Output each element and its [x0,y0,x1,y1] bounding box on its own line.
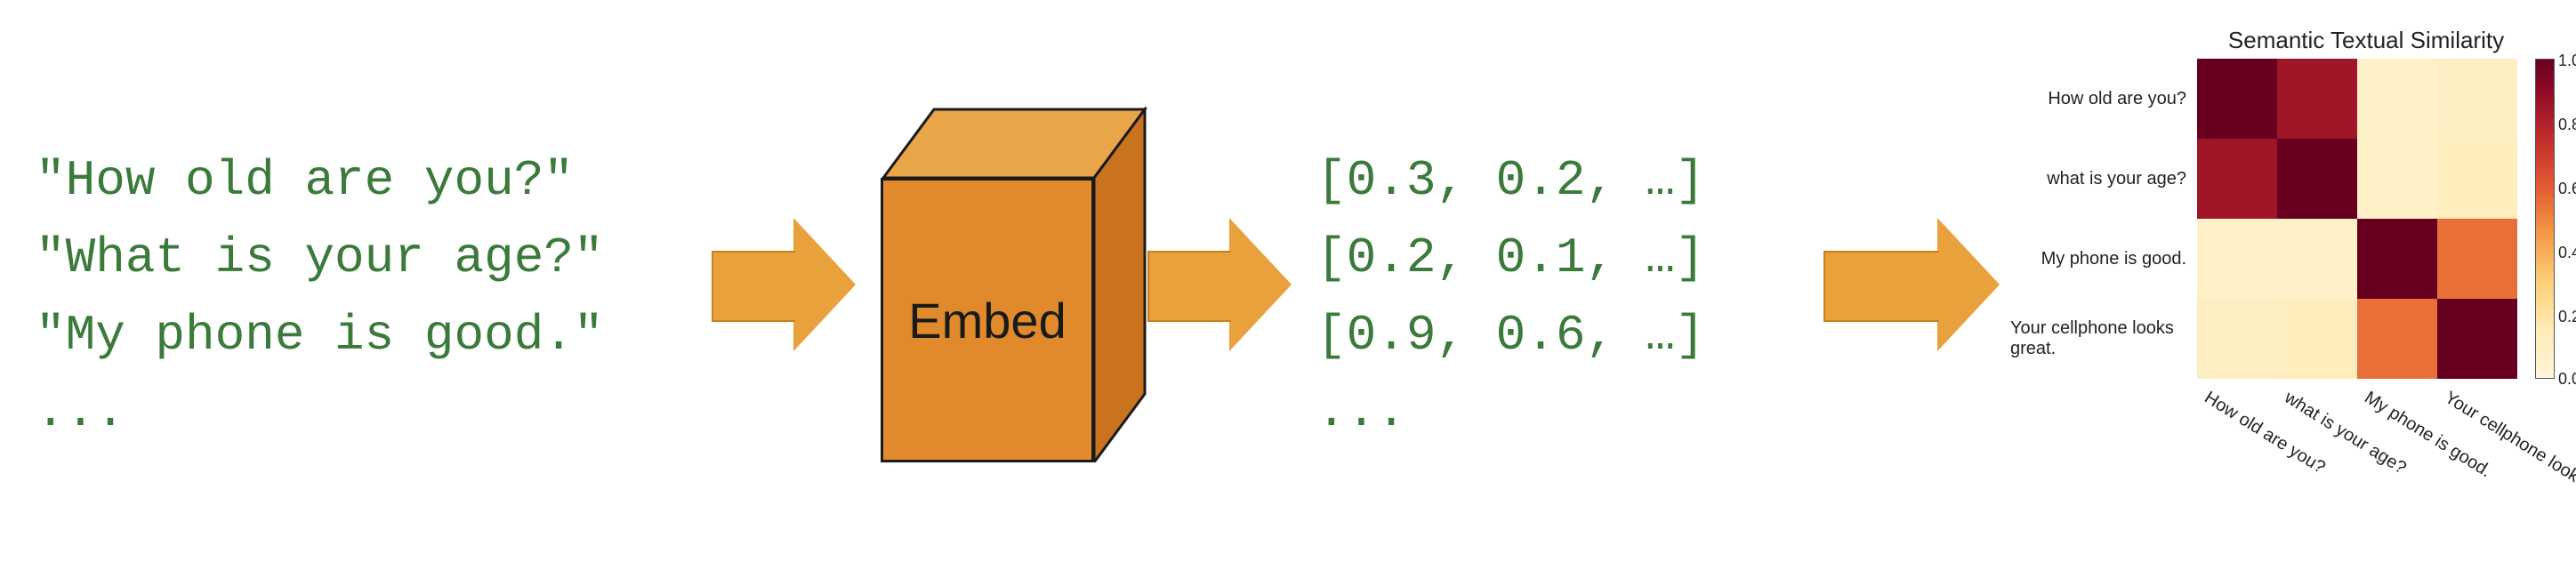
heatmap-y-axis-labels: How old are you? what is your age? My ph… [2010,59,2194,379]
heatmap-x-axis-labels: How old are you? what is your age? My ph… [2197,382,2517,534]
output-vector-2: [0.9, 0.6, …] [1316,297,1815,374]
heatmap-cell [2197,59,2277,139]
arrow-icon [1147,218,1290,351]
heatmap-title: Semantic Textual Similarity [2206,27,2526,54]
heatmap-cell [2277,59,2357,139]
y-label-2: My phone is good. [2010,219,2194,299]
heatmap-grid [2197,59,2517,379]
heatmap-cell [2437,299,2517,379]
output-vector-ellipsis: ... [1316,373,1815,451]
output-vector-1: [0.2, 0.1, …] [1316,220,1815,297]
colorbar-tick-0.4: 0.4 [2558,244,2576,262]
heatmap-cell [2277,139,2357,219]
input-sentences-block: "How old are you?" "What is your age?" "… [36,142,694,451]
similarity-heatmap-panel: Semantic Textual Similarity How old are … [2010,27,2576,534]
heatmap-cell [2357,219,2437,299]
input-sentence-2: "My phone is good." [36,297,694,374]
heatmap-cell [2437,139,2517,219]
heatmap-cell [2277,219,2357,299]
y-label-0: How old are you? [2010,59,2194,139]
input-sentence-1: "What is your age?" [36,220,694,297]
heatmap-cell [2277,299,2357,379]
embed-model-cube: Embed [881,107,1147,462]
y-label-3: Your cellphone looks great. [2010,299,2194,379]
y-label-1: what is your age? [2010,139,2194,219]
colorbar-tick-1.0: 1.0 [2558,52,2576,70]
arrow-icon [1823,218,2001,351]
heatmap-cell [2197,219,2277,299]
heatmap-cell [2197,299,2277,379]
colorbar-tick-0.2: 0.2 [2558,308,2576,326]
heatmap-cell [2357,139,2437,219]
output-vectors-block: [0.3, 0.2, …] [0.2, 0.1, …] [0.9, 0.6, …… [1316,142,1815,451]
output-vector-0: [0.3, 0.2, …] [1316,142,1815,220]
heatmap-cell [2357,299,2437,379]
heatmap-cell [2197,139,2277,219]
input-sentence-0: "How old are you?" [36,142,694,220]
heatmap-cell [2437,59,2517,139]
colorbar [2535,59,2555,379]
input-sentence-ellipsis: ... [36,373,694,451]
embed-label: Embed [881,178,1094,462]
colorbar-tick-0.8: 0.8 [2558,116,2576,134]
colorbar-tick-0.6: 0.6 [2558,180,2576,198]
arrow-icon [712,218,854,351]
heatmap-cell [2437,219,2517,299]
colorbar-tick-0.0: 0.0 [2558,370,2576,389]
heatmap-cell [2357,59,2437,139]
pipeline-diagram: "How old are you?" "What is your age?" "… [0,0,2576,562]
